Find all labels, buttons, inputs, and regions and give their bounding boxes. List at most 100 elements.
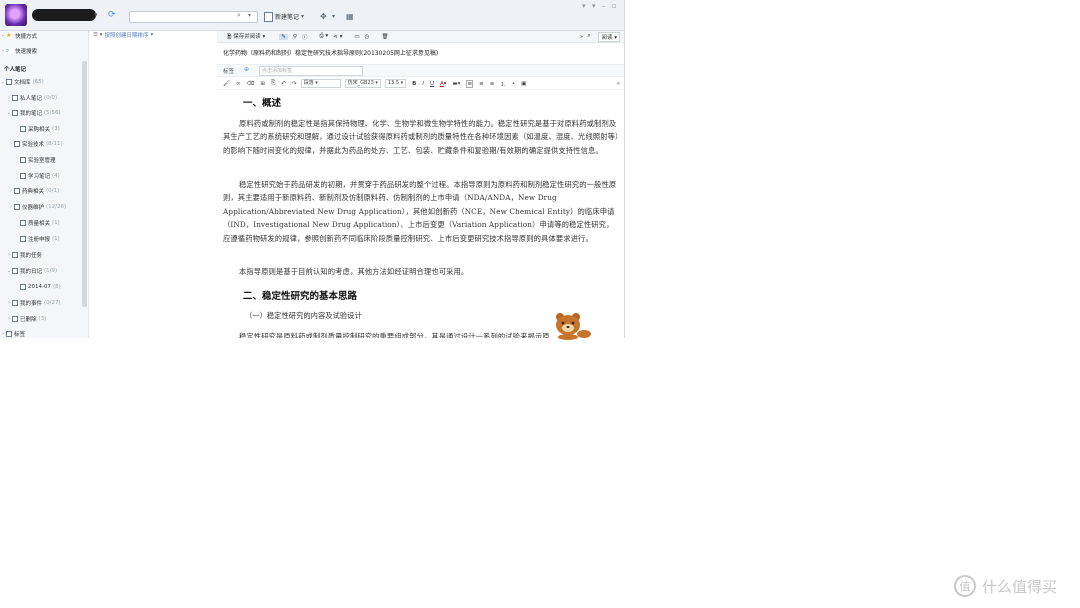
- italic-icon[interactable]: I: [422, 81, 424, 87]
- edit-icon[interactable]: ✎: [279, 33, 288, 40]
- tag-label: 标签: [223, 69, 235, 75]
- more-icon[interactable]: »: [617, 81, 620, 87]
- logo-icon: 值: [954, 575, 976, 597]
- sidebar-item-label: 仪器维护: [22, 205, 45, 211]
- sidebar-item-my-notes[interactable]: ⌄ 我的笔记 (5/56): [6, 108, 61, 118]
- sidebar-item-tags[interactable]: › 标签: [0, 329, 25, 338]
- avatar[interactable]: [5, 4, 27, 26]
- folder-icon: [6, 79, 12, 85]
- sidebar-item-quality[interactable]: 质量相关 (1): [14, 218, 60, 228]
- subheading: （一）稳定性研究的内容及试验设计: [245, 311, 362, 320]
- sidebar-item-quick-search[interactable]: › ⌕ 快速搜索: [0, 46, 37, 56]
- chevron-down-icon[interactable]: ▾: [248, 12, 251, 19]
- item-count: (3): [38, 316, 47, 322]
- note-title[interactable]: 化学药物（原料药和制剂）稳定性研究技术指导原则(20130205网上征求意见稿): [223, 48, 438, 57]
- minimize-icon[interactable]: –: [602, 2, 606, 10]
- sidebar-item-deleted[interactable]: › 已删除 (3): [6, 314, 46, 324]
- comment-icon[interactable]: ▭: [354, 34, 359, 40]
- info-icon[interactable]: ⓘ: [302, 33, 308, 41]
- sidebar-item-label: 质量相关: [28, 221, 51, 227]
- list-view-icon[interactable]: ☰ ▾: [93, 32, 102, 38]
- sidebar-item-procurement[interactable]: 采购相关 (3): [14, 124, 60, 134]
- sidebar-item-library[interactable]: ⌄ 文档库 (65): [0, 77, 44, 87]
- sidebar-item-pharmacopoeia[interactable]: › 药典相关 (0/1): [8, 186, 59, 196]
- paragraph: 稳定性研究始于药品研发的初期，并贯穿于药品研发的整个过程。本指导原则为原料药和制…: [223, 180, 617, 243]
- print-icon[interactable]: ⎙ ▾: [319, 33, 328, 40]
- underline-icon[interactable]: U: [430, 81, 434, 87]
- tag-icon: [6, 331, 12, 337]
- image-icon[interactable]: ▣: [521, 81, 526, 87]
- paragraph-style-select[interactable]: 段落 ▾: [300, 79, 341, 88]
- chevron-down-icon[interactable]: ▾: [150, 32, 153, 38]
- chevron-down-icon[interactable]: ▾: [444, 81, 447, 87]
- sidebar-item-private[interactable]: › 私人笔记 (0/0): [6, 93, 57, 103]
- table-icon[interactable]: ⊞: [260, 81, 265, 87]
- item-count: (0/0): [44, 95, 58, 101]
- save-read-button[interactable]: 🗎 保存并阅读 ▾: [227, 32, 265, 42]
- read-mode-label: 阅读: [601, 34, 613, 41]
- clear-format-icon[interactable]: ⌫: [247, 81, 255, 87]
- font-size-select[interactable]: 13.5 ▾: [384, 79, 407, 88]
- bullet-list-icon[interactable]: •: [512, 81, 515, 87]
- sidebar-item-lab-tech[interactable]: › 实验技术 (8/11): [8, 139, 63, 149]
- item-count: (4): [52, 173, 60, 179]
- redo-icon[interactable]: ↷: [292, 81, 297, 87]
- item-count: (0/27): [44, 300, 61, 306]
- sidebar-item-lab-management[interactable]: 实验室管理: [14, 155, 56, 165]
- save-icon: 🗎: [227, 33, 232, 40]
- sidebar-item-label: 实验室管理: [28, 158, 56, 164]
- read-mode-button[interactable]: 阅读 ▾: [598, 31, 620, 42]
- folder-icon: [12, 252, 18, 258]
- new-note-label: 新建笔记: [275, 14, 300, 21]
- chevron-down-icon[interactable]: ▾: [94, 11, 98, 19]
- clock-icon[interactable]: ◷: [365, 34, 370, 40]
- sort-dropdown[interactable]: ☰ ▾ 按照创建日期排序 ▾: [93, 31, 153, 39]
- search-icon[interactable]: ⌕: [237, 11, 241, 20]
- sidebar-item-study-notes[interactable]: 学习笔记 (4): [14, 171, 60, 181]
- font-select[interactable]: 仿宋_GB23 ▾: [344, 79, 381, 88]
- sidebar-scrollbar[interactable]: [82, 61, 87, 307]
- username-redacted[interactable]: [32, 9, 96, 21]
- attach-icon[interactable]: ⚲: [293, 34, 297, 40]
- share-icon[interactable]: ⋖ ▾: [333, 34, 342, 40]
- sidebar-item-shortcuts[interactable]: › ★ 快捷方式: [0, 31, 37, 41]
- sidebar-item-registration[interactable]: 注册申报 (1): [14, 234, 60, 244]
- sidebar-item-label: 2014-07: [28, 284, 51, 290]
- move-icon[interactable]: ✥: [320, 12, 327, 21]
- maximize-icon[interactable]: ▫: [612, 2, 617, 10]
- expand-icon[interactable]: »: [580, 34, 583, 40]
- highlight-icon[interactable]: ▬▾: [453, 81, 461, 87]
- skin-icon[interactable]: ▾: [592, 2, 596, 10]
- ordered-list-icon[interactable]: ⒈: [500, 80, 506, 88]
- watermark: 值 什么值得买: [954, 575, 1057, 597]
- sidebar-item-events[interactable]: › 我的事件 (0/27): [6, 298, 61, 308]
- chevron-down-icon[interactable]: ▾: [332, 13, 335, 20]
- align-center-icon[interactable]: ≡: [479, 81, 484, 87]
- delete-icon[interactable]: 🗑: [381, 34, 388, 40]
- link-icon[interactable]: ∞: [236, 81, 241, 87]
- tag-icon[interactable]: ⊕: [244, 66, 249, 73]
- chevron-down-icon[interactable]: ▾: [301, 13, 304, 20]
- bold-icon[interactable]: B: [412, 81, 416, 87]
- align-right-icon[interactable]: ≡: [490, 81, 495, 87]
- tag-bar: 标签 ⊕ 点击添加标签: [217, 64, 624, 77]
- sidebar-item-label: 注册申报: [28, 237, 51, 243]
- find-icon[interactable]: ⌕: [587, 33, 590, 40]
- sync-icon[interactable]: ⟳: [108, 10, 116, 20]
- sidebar-item-2014-07[interactable]: 2014-07 (8): [14, 282, 61, 292]
- align-left-icon[interactable]: ≡: [466, 79, 474, 88]
- tag-input[interactable]: 点击添加标签: [259, 66, 363, 76]
- grid-icon[interactable]: ▦: [346, 12, 354, 21]
- new-note-button[interactable]: 新建笔记 ▾: [264, 11, 304, 22]
- sidebar-item-diary[interactable]: ⌄ 我的日记 (1/9): [6, 266, 57, 276]
- sidebar-item-label: 我的任务: [20, 253, 43, 259]
- folder-icon: [14, 204, 20, 210]
- folder-icon: [20, 236, 26, 242]
- menu-icon[interactable]: ▾: [582, 2, 586, 10]
- undo-icon[interactable]: ↶: [281, 81, 286, 87]
- copy-icon[interactable]: ⎘: [271, 80, 275, 87]
- folder-icon: [20, 220, 26, 226]
- sidebar-item-tasks[interactable]: › 我的任务: [6, 250, 42, 260]
- sidebar-item-instrument[interactable]: › 仪器维护 (12/26): [8, 202, 66, 212]
- format-painter-icon[interactable]: 🖌: [223, 81, 230, 87]
